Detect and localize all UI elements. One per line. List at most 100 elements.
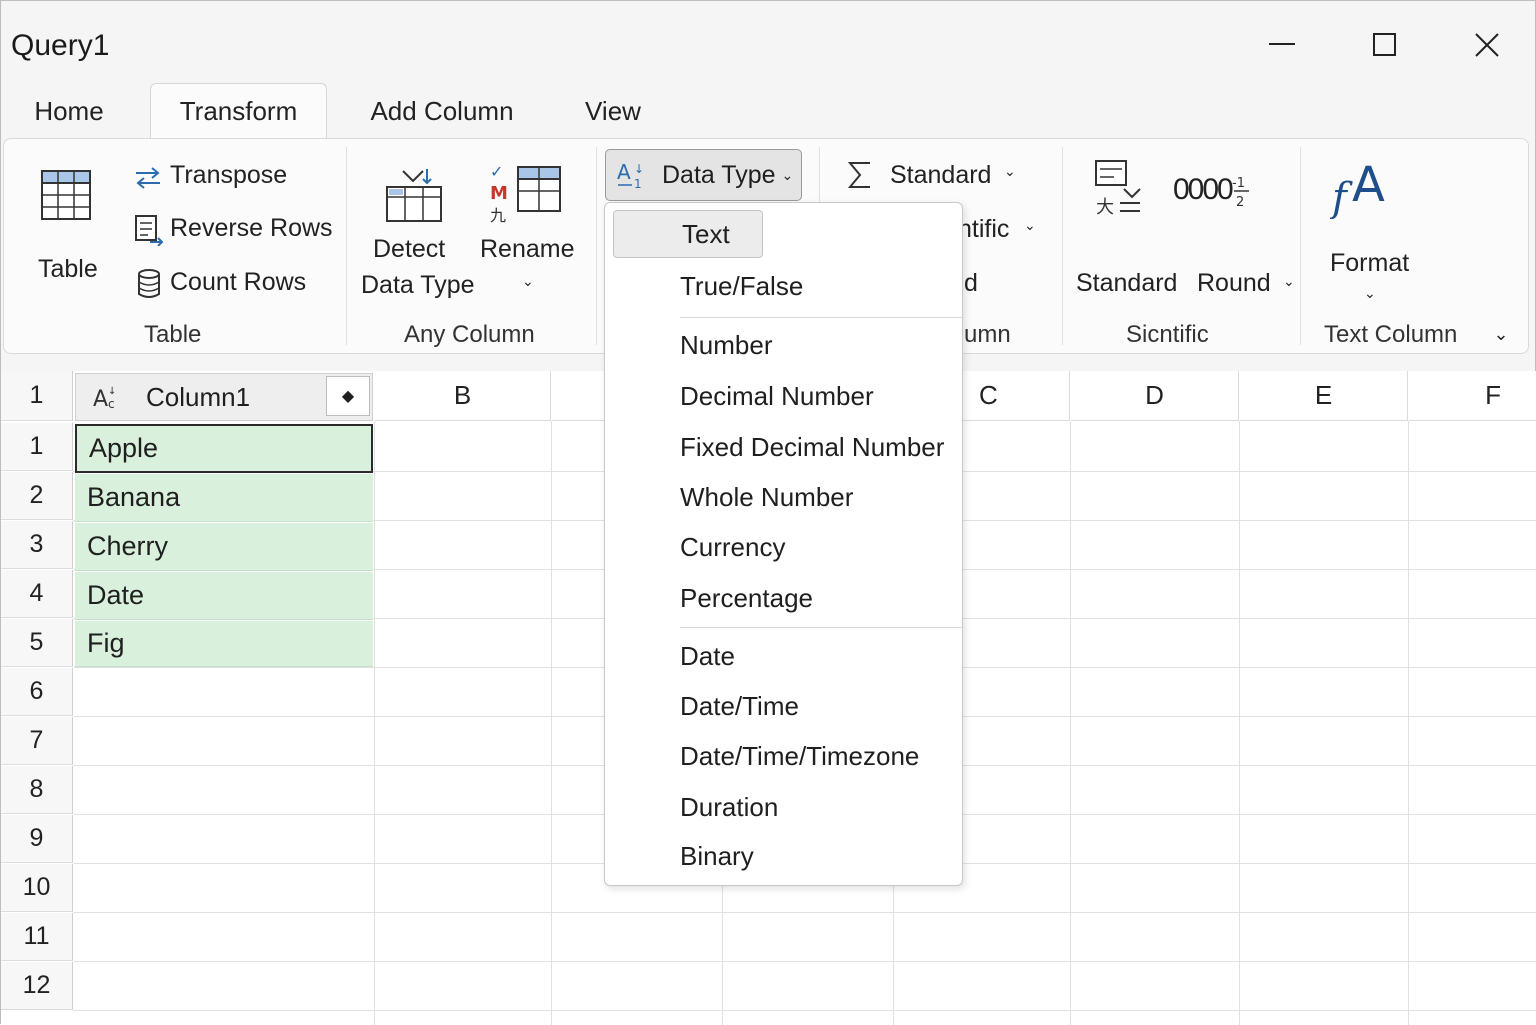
svg-text:✓: ✓ xyxy=(490,162,503,181)
reverse-rows-button[interactable]: Reverse Rows xyxy=(132,212,342,250)
ribbon-tabs: Home Transform Add Column View xyxy=(1,83,1535,139)
group-separator xyxy=(1300,147,1301,345)
reverse-rows-label: Reverse Rows xyxy=(170,214,333,242)
transpose-button[interactable]: Transpose xyxy=(132,159,332,197)
grid-line xyxy=(73,961,1536,962)
data-type-button[interactable]: A ↓ 1 Data Type ⌄ xyxy=(605,149,802,201)
transpose-label: Transpose xyxy=(170,161,288,189)
tab-view[interactable]: View xyxy=(563,83,663,139)
column1-header-label: Column1 xyxy=(146,381,251,412)
menu-item-currency[interactable]: Currency xyxy=(605,524,962,570)
partial-ribbon-label: d xyxy=(964,269,978,297)
title-bar: Query1 xyxy=(1,1,1535,85)
menu-item-whole-number[interactable]: Whole Number xyxy=(605,474,962,520)
group-separator xyxy=(1062,147,1063,345)
text-type-icon: A ↓ c xyxy=(93,386,116,412)
grid-line xyxy=(73,912,1536,913)
menu-separator xyxy=(680,317,964,318)
reverse-rows-icon xyxy=(135,215,164,246)
menu-item-true-false[interactable]: True/False xyxy=(605,263,962,309)
menu-item-number[interactable]: Number xyxy=(605,322,962,368)
menu-item-date[interactable]: Date xyxy=(605,633,962,679)
grid-line xyxy=(73,1010,1536,1011)
standard-format-icon: 大 xyxy=(1095,160,1141,218)
svg-text:f: f xyxy=(1330,175,1353,219)
menu-item-date-time[interactable]: Date/Time xyxy=(605,683,962,729)
column-header-b[interactable]: B xyxy=(375,371,551,421)
row-number: 11 xyxy=(1,913,73,961)
menu-item-duration[interactable]: Duration xyxy=(605,784,962,830)
svg-text:大: 大 xyxy=(1096,197,1114,218)
svg-text:1: 1 xyxy=(634,177,642,191)
standard-dropdown-button[interactable]: Standard ⌄ xyxy=(844,157,1034,199)
standard-label: Standard xyxy=(1076,269,1178,297)
column-header-e[interactable]: E xyxy=(1240,371,1408,421)
maximize-button[interactable] xyxy=(1355,23,1415,67)
table-cell[interactable]: Fig xyxy=(75,621,373,667)
detect-data-type-button[interactable]: Detect Data Type xyxy=(359,161,475,311)
table-cell[interactable]: Cherry xyxy=(75,523,373,571)
number-group-label: umn xyxy=(964,321,1011,348)
rename-icon: ✓ M 九 xyxy=(490,162,561,225)
data-type-icon: A ↓ 1 xyxy=(617,160,644,191)
close-button[interactable] xyxy=(1457,23,1517,67)
menu-item-date-time-timezone[interactable]: Date/Time/Timezone xyxy=(605,733,962,779)
menu-item-decimal-number[interactable]: Decimal Number xyxy=(605,373,962,419)
ribbon-expand-button[interactable]: ⌄ xyxy=(1486,319,1516,349)
menu-separator xyxy=(680,627,964,628)
row-number: 6 xyxy=(1,668,73,716)
column-header-d[interactable]: D xyxy=(1071,371,1239,421)
row-number: 2 xyxy=(1,472,73,520)
grid-line xyxy=(1239,421,1240,1025)
chevron-down-icon: ⌄ xyxy=(1364,285,1376,301)
round-button[interactable]: 0000 -1 2 Round ⌄ xyxy=(1169,157,1299,307)
format-button[interactable]: f A Format ⌄ xyxy=(1322,153,1422,313)
scientific-group-label: Sicntific xyxy=(1126,321,1209,348)
table-cell[interactable]: Apple xyxy=(75,424,373,473)
count-rows-label: Count Rows xyxy=(170,268,307,296)
menu-item-fixed-decimal-number[interactable]: Fixed Decimal Number xyxy=(605,424,962,470)
table-cell[interactable]: Banana xyxy=(75,474,373,522)
rename-button[interactable]: ✓ M 九 Rename ⌄ xyxy=(478,157,583,307)
tab-transform[interactable]: Transform xyxy=(150,83,327,139)
tab-home[interactable]: Home xyxy=(19,83,119,139)
chevron-down-icon: ⌄ xyxy=(781,166,794,183)
format-fa-icon: f A xyxy=(1330,157,1385,219)
column-filter-button[interactable]: ◆ xyxy=(326,376,370,416)
minimize-button[interactable] xyxy=(1253,23,1313,67)
svg-text:-1: -1 xyxy=(1232,176,1245,191)
filter-diamond-icon: ◆ xyxy=(341,388,355,405)
column1-header[interactable]: A ↓ c Column1 ◆ xyxy=(75,373,373,421)
standard-dropdown-label: Standard xyxy=(890,161,992,189)
chevron-down-icon: ⌄ xyxy=(1493,323,1509,344)
tab-add-column[interactable]: Add Column xyxy=(351,83,533,139)
row-number: 12 xyxy=(1,962,73,1010)
count-rows-icon xyxy=(138,269,160,298)
menu-item-text[interactable]: Text xyxy=(613,210,763,258)
svg-text:A: A xyxy=(617,160,631,184)
table-cell[interactable]: Date xyxy=(75,572,373,620)
row-number: 5 xyxy=(1,619,73,667)
row-number: 4 xyxy=(1,570,73,618)
svg-text:A: A xyxy=(93,387,108,412)
menu-item-percentage[interactable]: Percentage xyxy=(605,575,962,621)
count-rows-button[interactable]: Count Rows xyxy=(132,266,332,304)
detect-label-line2: Data Type xyxy=(361,271,475,299)
menu-item-binary[interactable]: Binary xyxy=(605,833,962,879)
svg-text:九: 九 xyxy=(490,206,506,225)
minimize-icon xyxy=(1269,43,1295,45)
grid-line xyxy=(1408,421,1409,1025)
query-editor-window: Query1 Home Transform Add Column View Ta… xyxy=(0,0,1536,1025)
text-column-group-label: Text Column xyxy=(1324,321,1458,348)
group-separator xyxy=(596,147,597,345)
chevron-down-icon: ⌄ xyxy=(1004,163,1016,179)
column-header-f[interactable]: F xyxy=(1409,371,1536,421)
row-number: 8 xyxy=(1,766,73,814)
chevron-down-icon: ⌄ xyxy=(1283,273,1295,289)
window-title: Query1 xyxy=(11,29,110,62)
table-icon xyxy=(41,170,91,220)
group-separator xyxy=(346,147,347,345)
table-button[interactable]: Table xyxy=(28,159,112,289)
row-number: 10 xyxy=(1,864,73,912)
round-digits-icon: 0000 xyxy=(1173,173,1234,206)
